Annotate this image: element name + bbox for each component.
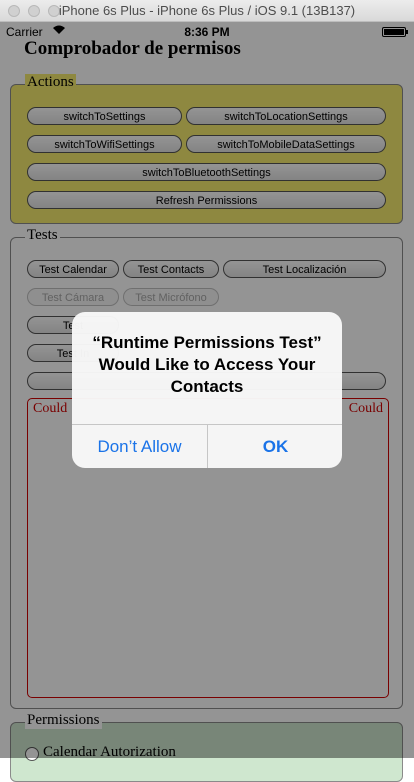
permission-alert: “Runtime Permissions Test” Would Like to… — [72, 312, 342, 468]
alert-message: “Runtime Permissions Test” Would Like to… — [92, 333, 322, 396]
dont-allow-button[interactable]: Don’t Allow — [72, 425, 207, 468]
ok-button[interactable]: OK — [208, 425, 342, 468]
window-title: iPhone 6s Plus - iPhone 6s Plus / iOS 9.… — [58, 3, 356, 18]
simulator-titlebar: iPhone 6s Plus - iPhone 6s Plus / iOS 9.… — [0, 0, 414, 22]
